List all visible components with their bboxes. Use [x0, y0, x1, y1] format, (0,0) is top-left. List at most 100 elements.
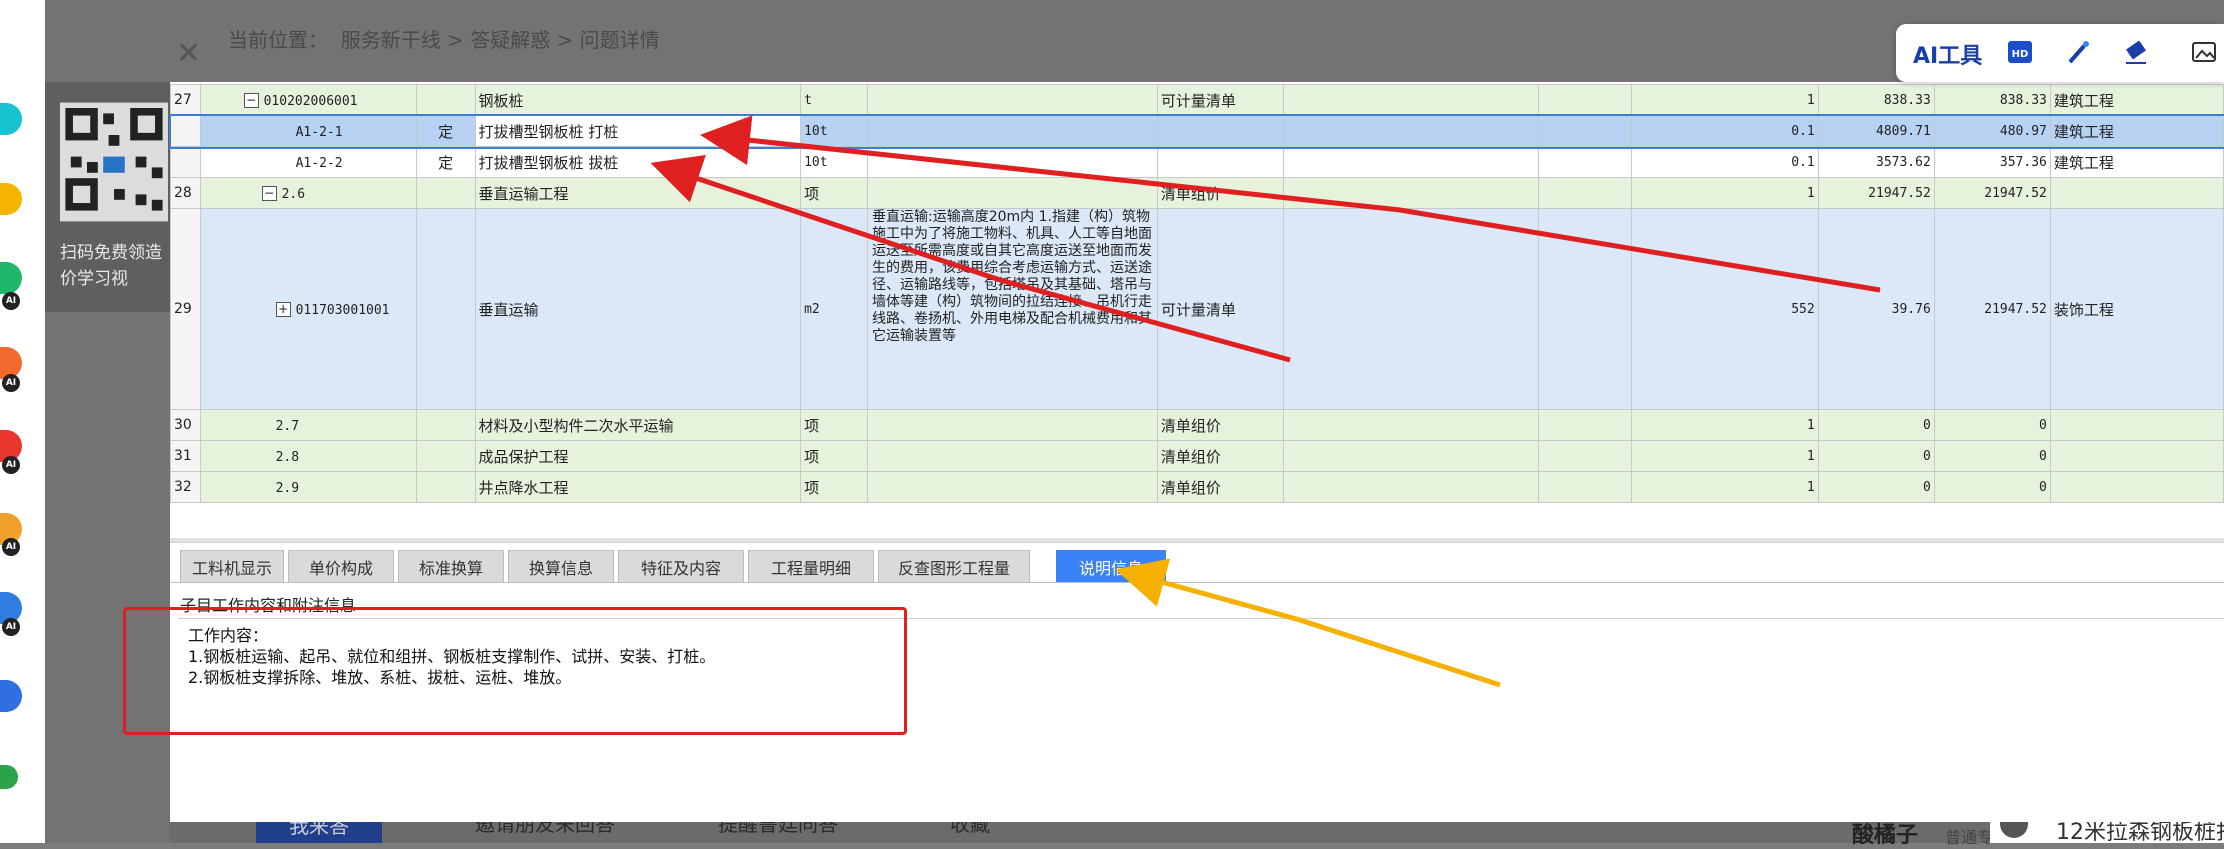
- total-cell: 21947.52: [1933, 208, 2051, 410]
- desc-cell: [867, 84, 1158, 116]
- eraser-icon[interactable]: [2122, 38, 2150, 66]
- name-cell[interactable]: 材料及小型构件二次水平运输: [474, 409, 802, 441]
- table-row[interactable]: 29 +011703001001 垂直运输 m2 垂直运输:运输高度20m内 1…: [170, 208, 2224, 410]
- desc-cell: [867, 440, 1158, 472]
- table-row[interactable]: 27 −010202006001 钢板桩 t 可计量清单 1 838.33 83…: [170, 84, 2224, 116]
- desc-cell: [867, 471, 1158, 503]
- qty-cell: 0.1: [1630, 115, 1819, 147]
- profession-cell: 建筑工程: [2049, 84, 2224, 116]
- unit-cell: 10t: [800, 115, 868, 147]
- code-cell[interactable]: +011703001001: [199, 208, 417, 410]
- name-cell[interactable]: 井点降水工程: [474, 471, 802, 503]
- name-cell[interactable]: 打拔槽型钢板桩 拔桩: [474, 146, 802, 178]
- qty-cell: 1: [1630, 84, 1819, 116]
- tab-features[interactable]: 特征及内容: [618, 550, 744, 583]
- code-cell[interactable]: −2.6: [199, 177, 417, 209]
- empty-cell: [1538, 84, 1632, 116]
- expand-icon[interactable]: +: [275, 302, 291, 317]
- row-number: 29: [170, 208, 201, 410]
- desc-cell: [867, 115, 1158, 147]
- pane-splitter[interactable]: [170, 538, 2224, 543]
- price-cell: 21947.52: [1817, 177, 1935, 209]
- empty-cell: [1283, 208, 1540, 410]
- app-translate-icon[interactable]: [0, 680, 22, 712]
- total-cell: 357.36: [1933, 146, 2051, 178]
- ai-badge-icon: AI: [2, 538, 20, 556]
- tab-unit-price[interactable]: 单价构成: [288, 550, 394, 583]
- ai-badge-icon: AI: [2, 374, 20, 392]
- name-cell[interactable]: 钢板桩: [474, 84, 802, 116]
- tab-standard-conversion[interactable]: 标准换算: [398, 550, 504, 583]
- empty-cell: [1283, 409, 1540, 441]
- tab-quantity-detail[interactable]: 工程量明细: [748, 550, 874, 583]
- qty-cell: 1: [1630, 409, 1819, 441]
- category-cell: 可计量清单: [1156, 208, 1285, 410]
- image-edit-icon[interactable]: [2190, 38, 2218, 66]
- table-row[interactable]: A1-2-2 定 打拔槽型钢板桩 拔桩 10t 0.1 3573.62 357.…: [170, 146, 2224, 178]
- empty-cell: [1283, 84, 1540, 116]
- price-cell: 0: [1817, 409, 1935, 441]
- unit-cell: 10t: [800, 146, 868, 178]
- boq-table: 27 −010202006001 钢板桩 t 可计量清单 1 838.33 83…: [168, 84, 2224, 503]
- type-cell: [415, 84, 476, 116]
- code-cell[interactable]: A1-2-2: [199, 146, 417, 178]
- collapse-icon[interactable]: −: [243, 93, 259, 108]
- code-cell[interactable]: A1-2-1: [199, 115, 417, 147]
- collapse-icon[interactable]: −: [261, 186, 277, 201]
- magic-wand-icon[interactable]: [2064, 38, 2092, 66]
- desc-cell: [867, 177, 1158, 209]
- app-ai-green-icon[interactable]: [0, 262, 22, 294]
- table-row[interactable]: 28 −2.6 垂直运输工程 项 清单组价 1 21947.52 21947.5…: [170, 177, 2224, 209]
- tab-description[interactable]: 说明信息: [1056, 550, 1166, 583]
- app-star-icon[interactable]: [0, 183, 22, 215]
- row-number: 28: [170, 177, 201, 209]
- tab-conversion-info[interactable]: 换算信息: [508, 550, 614, 583]
- ai-badge-icon: AI: [2, 292, 20, 310]
- unit-cell: m2: [800, 208, 868, 410]
- type-cell: [415, 440, 476, 472]
- qty-cell: 1: [1630, 471, 1819, 503]
- code-cell[interactable]: 2.7: [199, 409, 417, 441]
- unit-cell: 项: [800, 177, 868, 209]
- breadcrumb: 当前位置： 服务新干线 > 答疑解惑 > 问题详情: [228, 28, 660, 52]
- tab-resources[interactable]: 工料机显示: [180, 550, 284, 583]
- ai-badge-icon: AI: [2, 456, 20, 474]
- type-cell: [415, 471, 476, 503]
- empty-cell: [1283, 115, 1540, 147]
- total-cell: 21947.52: [1933, 177, 2051, 209]
- name-cell[interactable]: 垂直运输: [474, 208, 802, 410]
- empty-cell: [1283, 471, 1540, 503]
- price-cell: 3573.62: [1817, 146, 1935, 178]
- name-cell-editing[interactable]: 打拔槽型钢板桩 打桩: [474, 115, 802, 147]
- name-cell[interactable]: 成品保护工程: [474, 440, 802, 472]
- hd-image-icon[interactable]: HD: [2006, 38, 2034, 66]
- code-cell[interactable]: 2.9: [199, 471, 417, 503]
- table-row[interactable]: 30 2.7 材料及小型构件二次水平运输 项 清单组价 1 0 0: [170, 409, 2224, 441]
- tab-graphic-quantity[interactable]: 反查图形工程量: [878, 550, 1030, 583]
- svg-text:HD: HD: [2012, 49, 2029, 60]
- empty-cell: [1538, 115, 1632, 147]
- empty-cell: [1538, 177, 1632, 209]
- table-row-selected[interactable]: A1-2-1 定 打拔槽型钢板桩 打桩 10t 0.1 4809.71 480.…: [168, 113, 2224, 149]
- app-plus-icon[interactable]: [0, 103, 22, 135]
- unit-cell: 项: [800, 471, 868, 503]
- ai-tools-button[interactable]: AI工具: [1913, 38, 1982, 70]
- qr-code-icon[interactable]: [60, 100, 168, 224]
- code-cell[interactable]: −010202006001: [199, 84, 417, 116]
- unit-cell: t: [800, 84, 868, 116]
- table-row[interactable]: 32 2.9 井点降水工程 项 清单组价 1 0 0: [170, 471, 2224, 503]
- type-cell: 定: [415, 146, 476, 178]
- close-icon[interactable]: ✕: [176, 36, 201, 71]
- profession-cell: [2049, 440, 2224, 472]
- code-cell[interactable]: 2.8: [199, 440, 417, 472]
- table-row[interactable]: 31 2.8 成品保护工程 项 清单组价 1 0 0: [170, 440, 2224, 472]
- name-cell[interactable]: 垂直运输工程: [474, 177, 802, 209]
- unit-cell: 项: [800, 440, 868, 472]
- empty-cell: [1283, 177, 1540, 209]
- qty-cell: 1: [1630, 440, 1819, 472]
- category-cell: 清单组价: [1156, 409, 1285, 441]
- app-scissors-icon[interactable]: [0, 765, 18, 789]
- category-cell: [1156, 115, 1285, 147]
- empty-cell: [1538, 208, 1632, 410]
- price-cell: 4809.71: [1817, 115, 1935, 147]
